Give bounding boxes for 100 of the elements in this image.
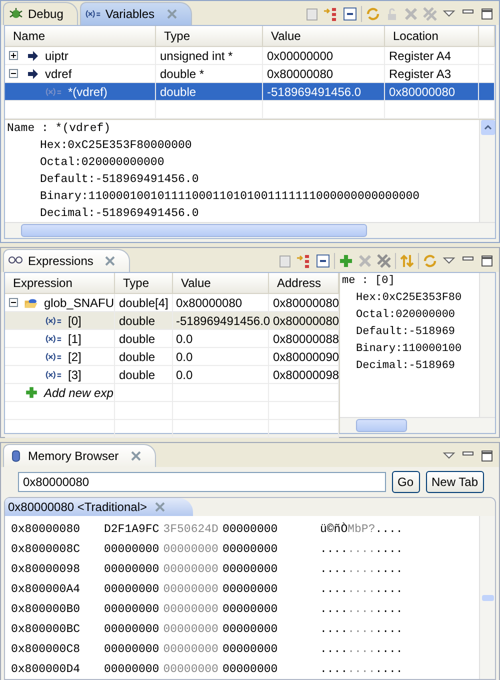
ascii-text: MbP? xyxy=(348,522,376,536)
refresh-arrows-icon[interactable] xyxy=(365,6,381,22)
memory-address: 0x80000098 xyxy=(11,562,82,576)
ascii-text: .... xyxy=(348,582,376,596)
memory-address: 0x800000A4 xyxy=(11,582,82,596)
expand-toggle[interactable] xyxy=(9,69,18,78)
memory-word: 00000000 xyxy=(104,642,160,656)
document-icon[interactable] xyxy=(277,253,293,269)
column-header[interactable]: Location xyxy=(385,26,479,46)
ascii-text: .... xyxy=(320,542,348,556)
ascii-text: .... xyxy=(375,582,403,596)
memory-address: 0x800000C8 xyxy=(11,642,82,656)
memory-word: 00000000 xyxy=(104,582,160,596)
memory-word: 00000000 xyxy=(222,602,278,616)
memory-word: D2F1A9FC xyxy=(104,522,160,536)
memory-word: 3F50624D xyxy=(163,522,218,536)
close-icon[interactable] xyxy=(130,451,141,461)
tree-row[interactable]: [3] double 0.0 0x80000098 xyxy=(5,366,339,384)
close-icon[interactable] xyxy=(155,502,165,512)
expand-toggle[interactable] xyxy=(9,298,18,307)
variable-name: uiptr xyxy=(45,48,68,62)
view-tab[interactable]: Memory Browser xyxy=(3,444,156,467)
memory-word: 00000000 xyxy=(222,622,278,636)
variable-icon xyxy=(45,368,62,380)
table-cell: double xyxy=(115,330,173,347)
tree-row[interactable]: [1] double 0.0 0x80000088 xyxy=(5,330,339,348)
ascii-text: .... xyxy=(320,622,348,636)
column-header[interactable]: Type xyxy=(156,26,263,46)
variable-icon xyxy=(45,332,62,344)
maximize-icon[interactable] xyxy=(479,253,495,269)
detail-text-line: Name : *(vdref) xyxy=(7,121,112,137)
expression-name: [0] xyxy=(68,314,82,328)
column-header[interactable]: Value xyxy=(263,26,385,46)
table-cell: 0x80000080 xyxy=(263,65,385,82)
document-icon[interactable] xyxy=(304,6,320,22)
tree-row[interactable]: *(vdref) double -518969491456.0 0x80000080 xyxy=(5,83,495,101)
view-tab[interactable]: Variables xyxy=(80,2,192,25)
column-header[interactable]: Type xyxy=(115,273,173,293)
vertical-scrollbar[interactable] xyxy=(479,516,495,679)
add-icon[interactable] xyxy=(338,253,354,269)
column-header[interactable]: Name xyxy=(5,26,156,46)
view-tab[interactable]: Debug xyxy=(3,2,78,25)
table-cell: 0x80000088 xyxy=(269,330,339,347)
expand-toggle[interactable] xyxy=(9,51,18,60)
memory-word: 00000000 xyxy=(163,602,218,616)
address-field[interactable]: 0x80000080 xyxy=(18,472,386,492)
scroll-up-icon[interactable] xyxy=(480,120,494,135)
arrow-right-icon xyxy=(27,50,39,62)
expression-name: [3] xyxy=(68,368,82,382)
go-button[interactable]: Go xyxy=(392,471,420,493)
table-cell: 0.0 xyxy=(173,366,269,383)
variable-name: *(vdref) xyxy=(68,84,108,98)
remove-all-icon[interactable] xyxy=(376,253,392,269)
tree-row[interactable]: uiptr unsigned int * 0x00000000 Register A4 xyxy=(5,47,495,65)
table-cell: 0x80000090 xyxy=(269,348,339,365)
horizontal-scrollbar[interactable] xyxy=(5,222,495,238)
table-cell: 0x80000098 xyxy=(269,366,339,383)
new-tab-button[interactable]: New Tab xyxy=(426,471,484,493)
horizontal-scrollbar[interactable] xyxy=(340,417,495,433)
variable-icon xyxy=(85,7,102,21)
collapse-all-icon[interactable] xyxy=(342,6,358,22)
memory-address: 0x800000D4 xyxy=(11,662,82,676)
swap-arrows-icon[interactable] xyxy=(399,253,415,269)
table-cell: Register A3 xyxy=(385,65,479,82)
memory-word: 00000000 xyxy=(163,542,218,556)
table-cell: -518969491456.0 xyxy=(263,83,385,100)
memory-word: 00000000 xyxy=(104,622,160,636)
collapse-all-icon[interactable] xyxy=(315,253,331,269)
ascii-text: .... xyxy=(375,542,403,556)
table-cell: 0x00000000 xyxy=(263,47,385,64)
table-cell: 0.0 xyxy=(173,330,269,347)
table-cell: double[4] xyxy=(115,294,173,311)
tree-row[interactable]: [2] double 0.0 0x80000090 xyxy=(5,348,339,366)
memory-word: 00000000 xyxy=(163,662,218,676)
maximize-icon[interactable] xyxy=(479,448,495,464)
add-icon xyxy=(25,386,38,399)
memory-word: 00000000 xyxy=(104,542,160,556)
vertical-scrollbar[interactable] xyxy=(479,120,495,222)
tree-row[interactable]: [0] double -518969491456.0 0x80000080 xyxy=(5,312,339,330)
remove-icon[interactable] xyxy=(357,253,373,269)
rendering-tab[interactable]: 0x80000080 <Traditional> xyxy=(5,498,193,516)
column-header[interactable]: Value xyxy=(173,273,269,293)
arrow-tree-icon[interactable] xyxy=(323,6,339,22)
column-header[interactable]: Expression xyxy=(5,273,115,293)
view-tab[interactable]: Expressions xyxy=(3,249,130,272)
close-icon[interactable] xyxy=(105,256,116,266)
detail-text-line: Default:-518969 xyxy=(355,325,456,340)
ascii-text: .... xyxy=(320,582,348,596)
arrow-tree-icon[interactable] xyxy=(296,253,312,269)
maximize-icon[interactable] xyxy=(479,6,495,22)
vertical-scrollbar[interactable] xyxy=(479,273,495,417)
ascii-text: .... xyxy=(348,662,376,676)
column-header[interactable]: Address xyxy=(269,273,339,293)
close-icon[interactable] xyxy=(166,9,177,19)
memory-word: 00000000 xyxy=(222,662,278,676)
table-cell: 0x80000080 xyxy=(385,83,479,100)
add-expression-item[interactable]: Add new exp xyxy=(44,386,114,400)
table-cell: -518969491456.0 xyxy=(173,312,269,329)
ascii-text: .... xyxy=(348,622,376,636)
remove-icon[interactable] xyxy=(403,6,419,22)
